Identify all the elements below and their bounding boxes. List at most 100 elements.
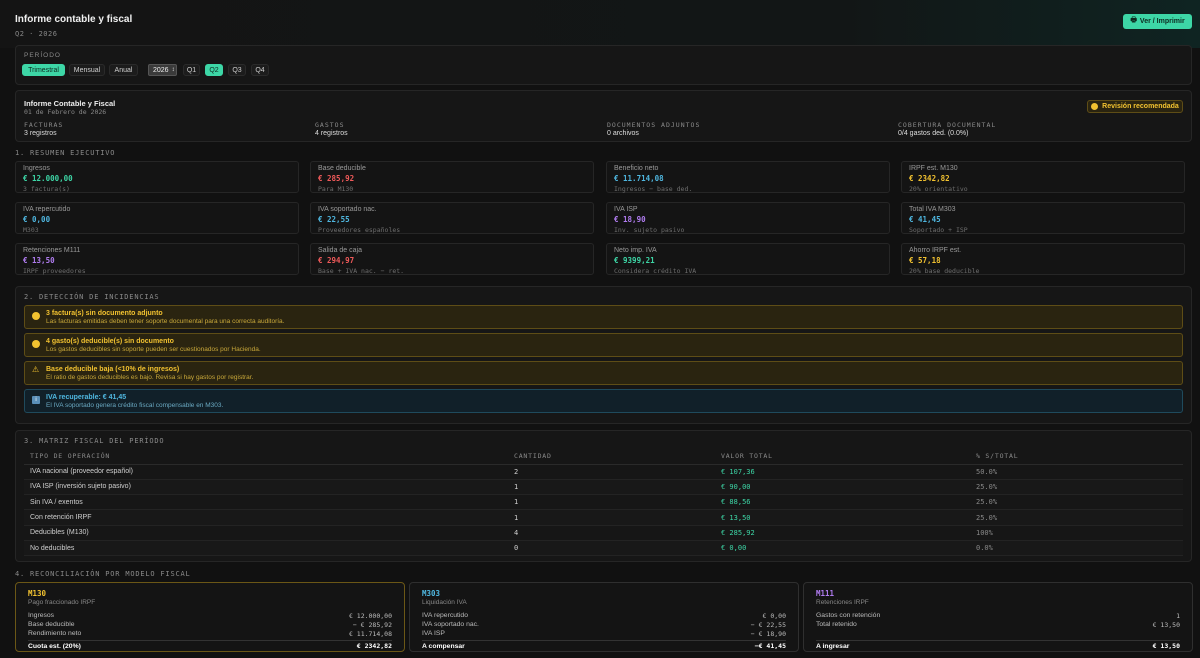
quantity-cell: 4 (508, 525, 715, 541)
recon-line: Gastos con retención 1 (816, 611, 1180, 620)
col-header: % S/TOTAL (970, 449, 1183, 465)
op-type-cell: Con retención IRPF (24, 509, 508, 526)
recon-line: IVA ISP − € 18,90 (422, 629, 786, 638)
recon-line: IVA soportado nac. − € 22,55 (422, 620, 786, 629)
summary-card-value: € 22,55 (318, 215, 350, 224)
value-cell: € 285,92 (715, 525, 970, 541)
summary-card-value: € 41,45 (909, 215, 941, 224)
stat-gastos: GASTOS 4 registros (315, 121, 348, 137)
summary-card-sub: Para M130 (318, 185, 354, 193)
print-button[interactable]: 🖶 Ver / Imprimir (1123, 14, 1192, 29)
recon-total: Cuota est. (20%) € 2342,82 (28, 640, 392, 650)
percent-cell: 50.0% (970, 464, 1183, 480)
summary-card: Base deducible € 285,92 Para M130 (310, 161, 594, 193)
value-cell: € 90,00 (715, 479, 970, 496)
summary-card-value: € 0,00 (23, 215, 51, 224)
incident-title: Base deducible baja (<10% de ingresos) (46, 366, 180, 373)
page-title: Informe contable y fiscal (15, 14, 133, 25)
op-type-cell: Deducibles (M130) (24, 525, 508, 541)
percent-cell: 25.0% (970, 509, 1183, 526)
value-cell: € 13,50 (715, 509, 970, 526)
summary-section-title: 1. RESUMEN EJECUTIVO (15, 149, 116, 157)
report-info-card (15, 90, 1192, 142)
quarter-q3-button[interactable]: Q3 (228, 64, 246, 76)
quantity-cell: 0 (508, 540, 715, 557)
model-name: Liquidación IVA (422, 599, 467, 606)
summary-card: Neto imp. IVA € 9399,21 Considera crédit… (606, 243, 890, 275)
incident-alert: 3 factura(s) sin documento adjunto Las f… (24, 305, 1183, 329)
summary-card-value: € 11.714,08 (614, 174, 664, 183)
incidents-section-title: 2. DETECCIÓN DE INCIDENCIAS (24, 293, 160, 301)
quarter-q2-button[interactable]: Q2 (205, 64, 223, 76)
quarter-q1-button[interactable]: Q1 (183, 64, 200, 76)
yellow-circle-icon (32, 340, 40, 348)
incident-title: IVA recuperable: € 41,45 (46, 394, 127, 401)
summary-card-label: IVA ISP (614, 206, 638, 213)
table-row: Sin IVA / exentos 1 € 88,56 25.0% (24, 494, 1183, 511)
model-name: Pago fraccionado IRPF (28, 599, 96, 606)
percent-cell: 25.0% (970, 479, 1183, 496)
summary-card-label: Retenciones M111 (23, 247, 81, 254)
summary-card-sub: Considera crédito IVA (614, 267, 697, 275)
summary-card-value: € 13,50 (23, 256, 55, 265)
model-code: M130 (28, 589, 47, 598)
summary-card: IRPF est. M130 € 2342,82 20% orientativo (901, 161, 1185, 193)
summary-card-value: € 57,18 (909, 256, 941, 265)
year-select[interactable]: 2026 ↕ (148, 64, 177, 76)
model-code: M111 (816, 589, 835, 598)
table-row: Con retención IRPF 1 € 13,50 25.0% (24, 509, 1183, 526)
table-row: Deducibles (M130) 4 € 285,92 100% (24, 525, 1183, 541)
summary-card-label: Base deducible (318, 165, 366, 172)
mode-trimestral-button[interactable]: Trimestral (22, 64, 65, 76)
mode-mensual-button[interactable]: Mensual (69, 64, 105, 76)
value-cell: € 0,00 (715, 540, 970, 557)
summary-card-value: € 2342,82 (909, 174, 950, 183)
summary-card-sub: Soportado + ISP (909, 226, 968, 234)
model-code: M303 (422, 589, 441, 598)
recon-card-m303: M303 Liquidación IVA IVA repercutido € 0,0… (409, 582, 799, 652)
op-type-cell: Sin IVA / exentos (24, 494, 508, 511)
report-title: Informe Contable y Fiscal (24, 99, 116, 108)
spinner-icon: ↕ (171, 67, 175, 73)
recon-line: Base deducible − € 285,92 (28, 620, 392, 629)
incident-alert: i IVA recuperable: € 41,45 El IVA soporta… (24, 389, 1183, 413)
fiscal-matrix-table: TIPO DE OPERACIÓN CANTIDAD VALOR TOTAL %… (24, 449, 1183, 557)
quantity-cell: 1 (508, 494, 715, 511)
summary-card-label: Beneficio neto (614, 165, 659, 172)
recon-line: Ingresos € 12.000,00 (28, 611, 392, 620)
col-header: CANTIDAD (508, 449, 715, 465)
incident-desc: Las facturas emitidas deben tener soport… (46, 318, 285, 325)
op-type-cell: IVA ISP (inversión sujeto pasivo) (24, 479, 508, 496)
value-cell: € 107,36 (715, 464, 970, 480)
op-type-cell: IVA nacional (proveedor español) (24, 464, 508, 480)
incident-desc: El ratio de gastos deducibles es bajo. R… (46, 374, 254, 381)
recon-total: A compensar −€ 41,45 (422, 640, 786, 650)
model-name: Retenciones IRPF (816, 599, 869, 606)
percent-cell: 100% (970, 525, 1183, 541)
summary-card-label: IVA soportado nac. (318, 206, 377, 213)
table-row: IVA nacional (proveedor español) 2 € 107… (24, 464, 1183, 480)
yellow-circle-icon (1091, 103, 1099, 110)
recon-card-m130: M130 Pago fraccionado IRPF Ingresos € 12.0… (15, 582, 405, 652)
summary-card-value: € 294,97 (318, 256, 355, 265)
summary-card-sub: Base + IVA nac. − ret. (318, 267, 405, 275)
summary-card-label: Salida de caja (318, 247, 362, 254)
recon-line: Total retenido € 13,50 (816, 620, 1180, 629)
mode-anual-button[interactable]: Anual (109, 64, 138, 76)
summary-card-sub: IRPF proveedores (23, 267, 86, 275)
table-row: IVA ISP (inversión sujeto pasivo) 1 € 90… (24, 479, 1183, 496)
summary-card-sub: Ingresos − base ded. (614, 185, 693, 193)
summary-card-sub: 20% orientativo (909, 185, 968, 193)
summary-card-label: Ahorro IRPF est. (909, 247, 962, 254)
summary-card-label: Total IVA M303 (909, 206, 956, 213)
col-header: VALOR TOTAL (715, 449, 970, 465)
percent-cell: 25.0% (970, 494, 1183, 511)
value-cell: € 88,56 (715, 494, 970, 511)
summary-card-value: € 9399,21 (614, 256, 655, 265)
summary-card-sub: 20% base deducible (909, 267, 980, 275)
summary-card-label: IRPF est. M130 (909, 165, 958, 172)
summary-card: IVA soportado nac. € 22,55 Proveedores e… (310, 202, 594, 234)
quarter-q4-button[interactable]: Q4 (251, 64, 269, 76)
incident-desc: El IVA soportado genera crédito fiscal c… (46, 402, 224, 409)
recon-total: A ingresar € 13,50 (816, 640, 1180, 650)
